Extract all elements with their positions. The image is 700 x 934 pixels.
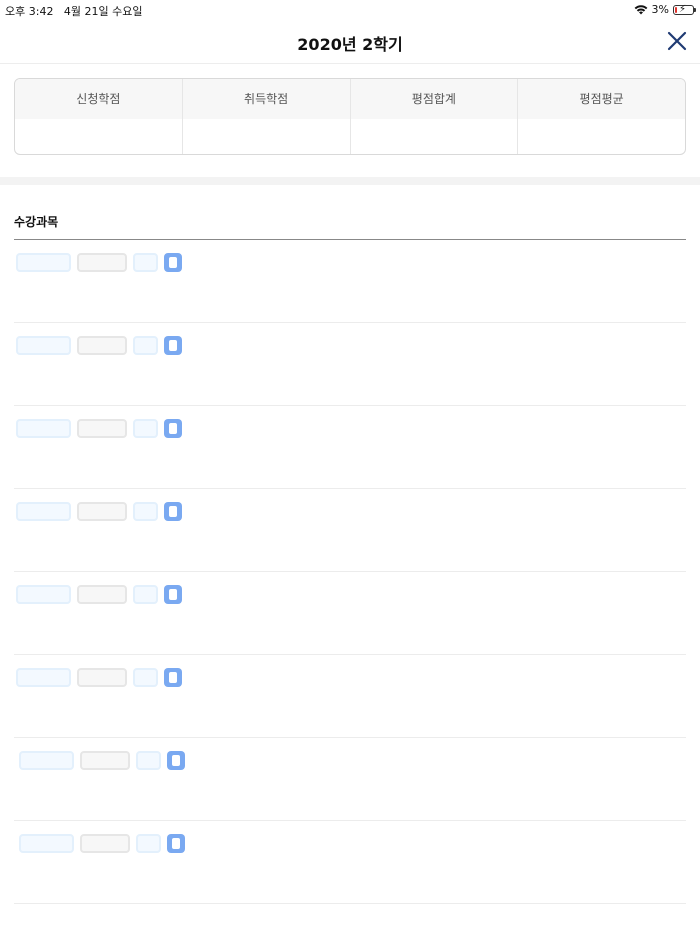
course-row[interactable] [14,240,686,323]
summary-col-applied-credits: 신청학점 [15,79,183,154]
course-badge-placeholder [164,585,182,604]
status-time-date: 오후 3:42 4월 21일 수요일 [5,5,143,18]
summary-header: 평점합계 [350,79,518,119]
wifi-icon [634,5,647,15]
course-text-placeholder [16,668,71,687]
status-indicators: 3% ⚡ [634,3,696,16]
summary-value [183,119,350,154]
course-text-placeholder [133,419,158,438]
course-badge-placeholder [167,751,185,770]
nav-bar: 2020년 2학기 [0,20,700,64]
course-text-placeholder [16,419,71,438]
course-badge-placeholder [164,336,182,355]
course-badge-placeholder [167,834,185,853]
course-text-placeholder [80,751,130,770]
course-text-placeholder [133,585,158,604]
summary-col-earned-credits: 취득학점 [182,79,351,154]
course-text-placeholder [133,502,158,521]
course-text-placeholder [77,502,127,521]
course-text-placeholder [136,751,161,770]
course-text-placeholder [19,834,74,853]
status-bar: 오후 3:42 4월 21일 수요일 3% ⚡ [0,0,700,20]
summary-value [518,119,685,154]
course-text-placeholder [77,253,127,272]
summary-header: 평점평균 [518,79,685,119]
course-row[interactable] [14,821,686,904]
course-row[interactable] [14,489,686,572]
summary-header: 신청학점 [15,79,182,119]
course-row[interactable] [14,323,686,406]
course-text-placeholder [133,253,158,272]
course-badge-placeholder [164,419,182,438]
summary-col-grade-average: 평점평균 [518,79,685,154]
section-divider [0,177,700,185]
section-title-courses: 수강과목 [14,215,59,229]
close-icon[interactable] [666,30,688,52]
course-row[interactable] [14,738,686,821]
course-row[interactable] [14,406,686,489]
course-text-placeholder [77,419,127,438]
course-text-placeholder [19,751,74,770]
summary-header: 취득학점 [182,79,350,119]
course-text-placeholder [77,668,127,687]
course-text-placeholder [136,834,161,853]
course-text-placeholder [133,668,158,687]
summary-value [15,119,182,154]
course-text-placeholder [77,336,127,355]
course-text-placeholder [16,585,71,604]
summary-value [351,119,518,154]
course-text-placeholder [16,502,71,521]
credit-summary-table: 신청학점 취득학점 평점합계 평점평균 [14,78,686,155]
course-badge-placeholder [164,502,182,521]
course-badge-placeholder [164,668,182,687]
course-row[interactable] [14,655,686,738]
course-row[interactable] [14,572,686,655]
course-text-placeholder [80,834,130,853]
battery-charging-icon: ⚡ [673,4,696,15]
summary-col-grade-total: 평점합계 [350,79,519,154]
course-text-placeholder [16,336,71,355]
course-badge-placeholder [164,253,182,272]
course-text-placeholder [16,253,71,272]
battery-percent: 3% [651,3,669,16]
course-text-placeholder [133,336,158,355]
page-title: 2020년 2학기 [297,35,403,54]
course-text-placeholder [77,585,127,604]
